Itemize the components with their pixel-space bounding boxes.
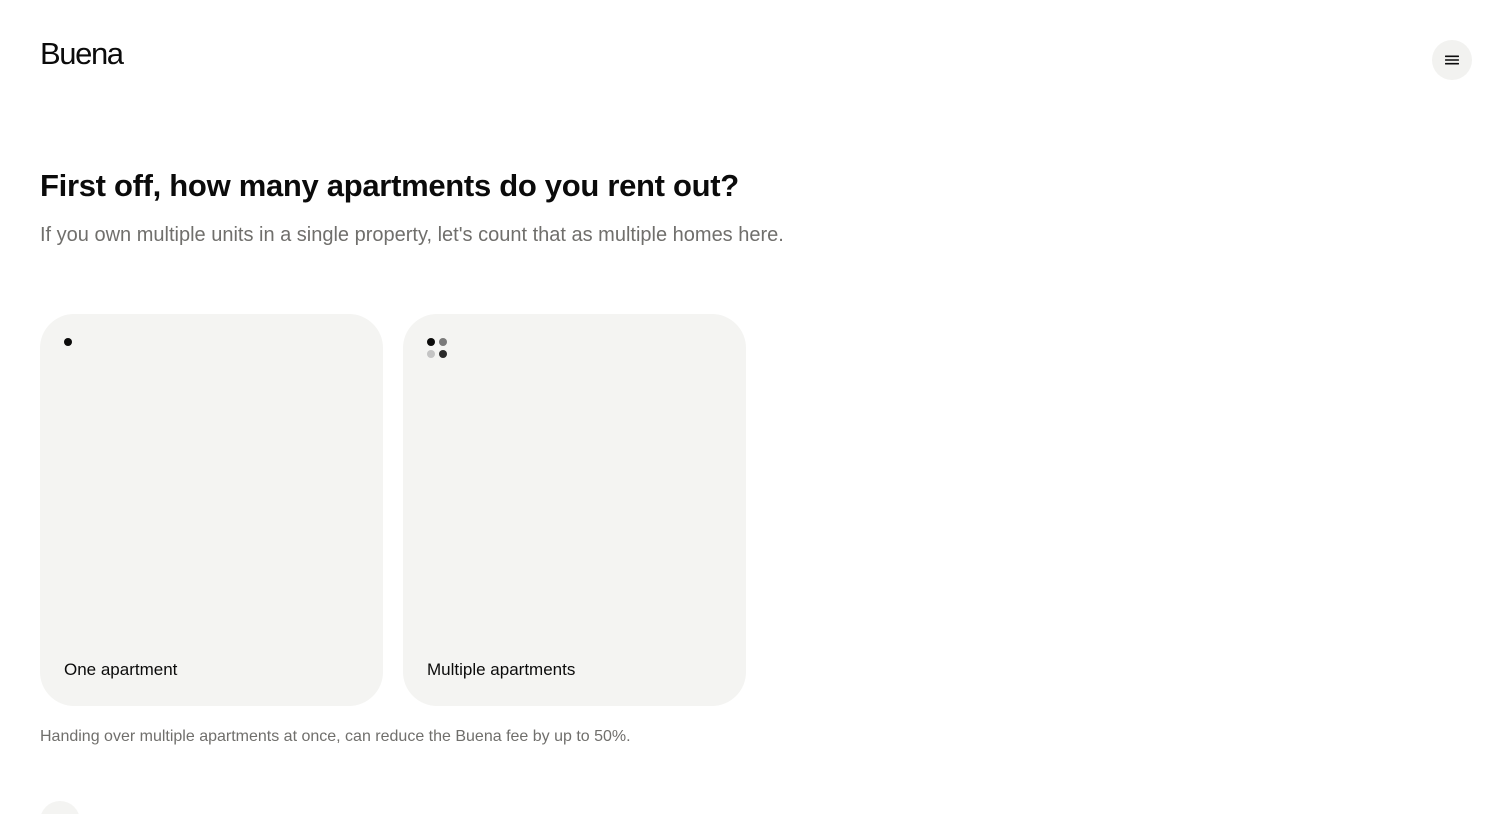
hamburger-menu-icon (1445, 55, 1459, 65)
four-dots-icon (427, 338, 447, 358)
option-multiple-apartments[interactable]: Multiple apartments (403, 314, 746, 706)
buena-logo[interactable]: Buena (40, 38, 124, 69)
single-dot-icon (64, 338, 72, 346)
page-subtitle: If you own multiple units in a single pr… (40, 224, 784, 246)
option-label: One apartment (64, 660, 178, 679)
page-title: First off, how many apartments do you re… (40, 168, 739, 203)
back-button[interactable] (40, 801, 80, 814)
page: Buena First off, how many apartments do … (0, 0, 1512, 814)
discount-note: Handing over multiple apartments at once… (40, 728, 631, 745)
option-label: Multiple apartments (427, 660, 576, 679)
option-one-apartment[interactable]: One apartment (40, 314, 383, 706)
menu-button[interactable] (1432, 40, 1472, 80)
